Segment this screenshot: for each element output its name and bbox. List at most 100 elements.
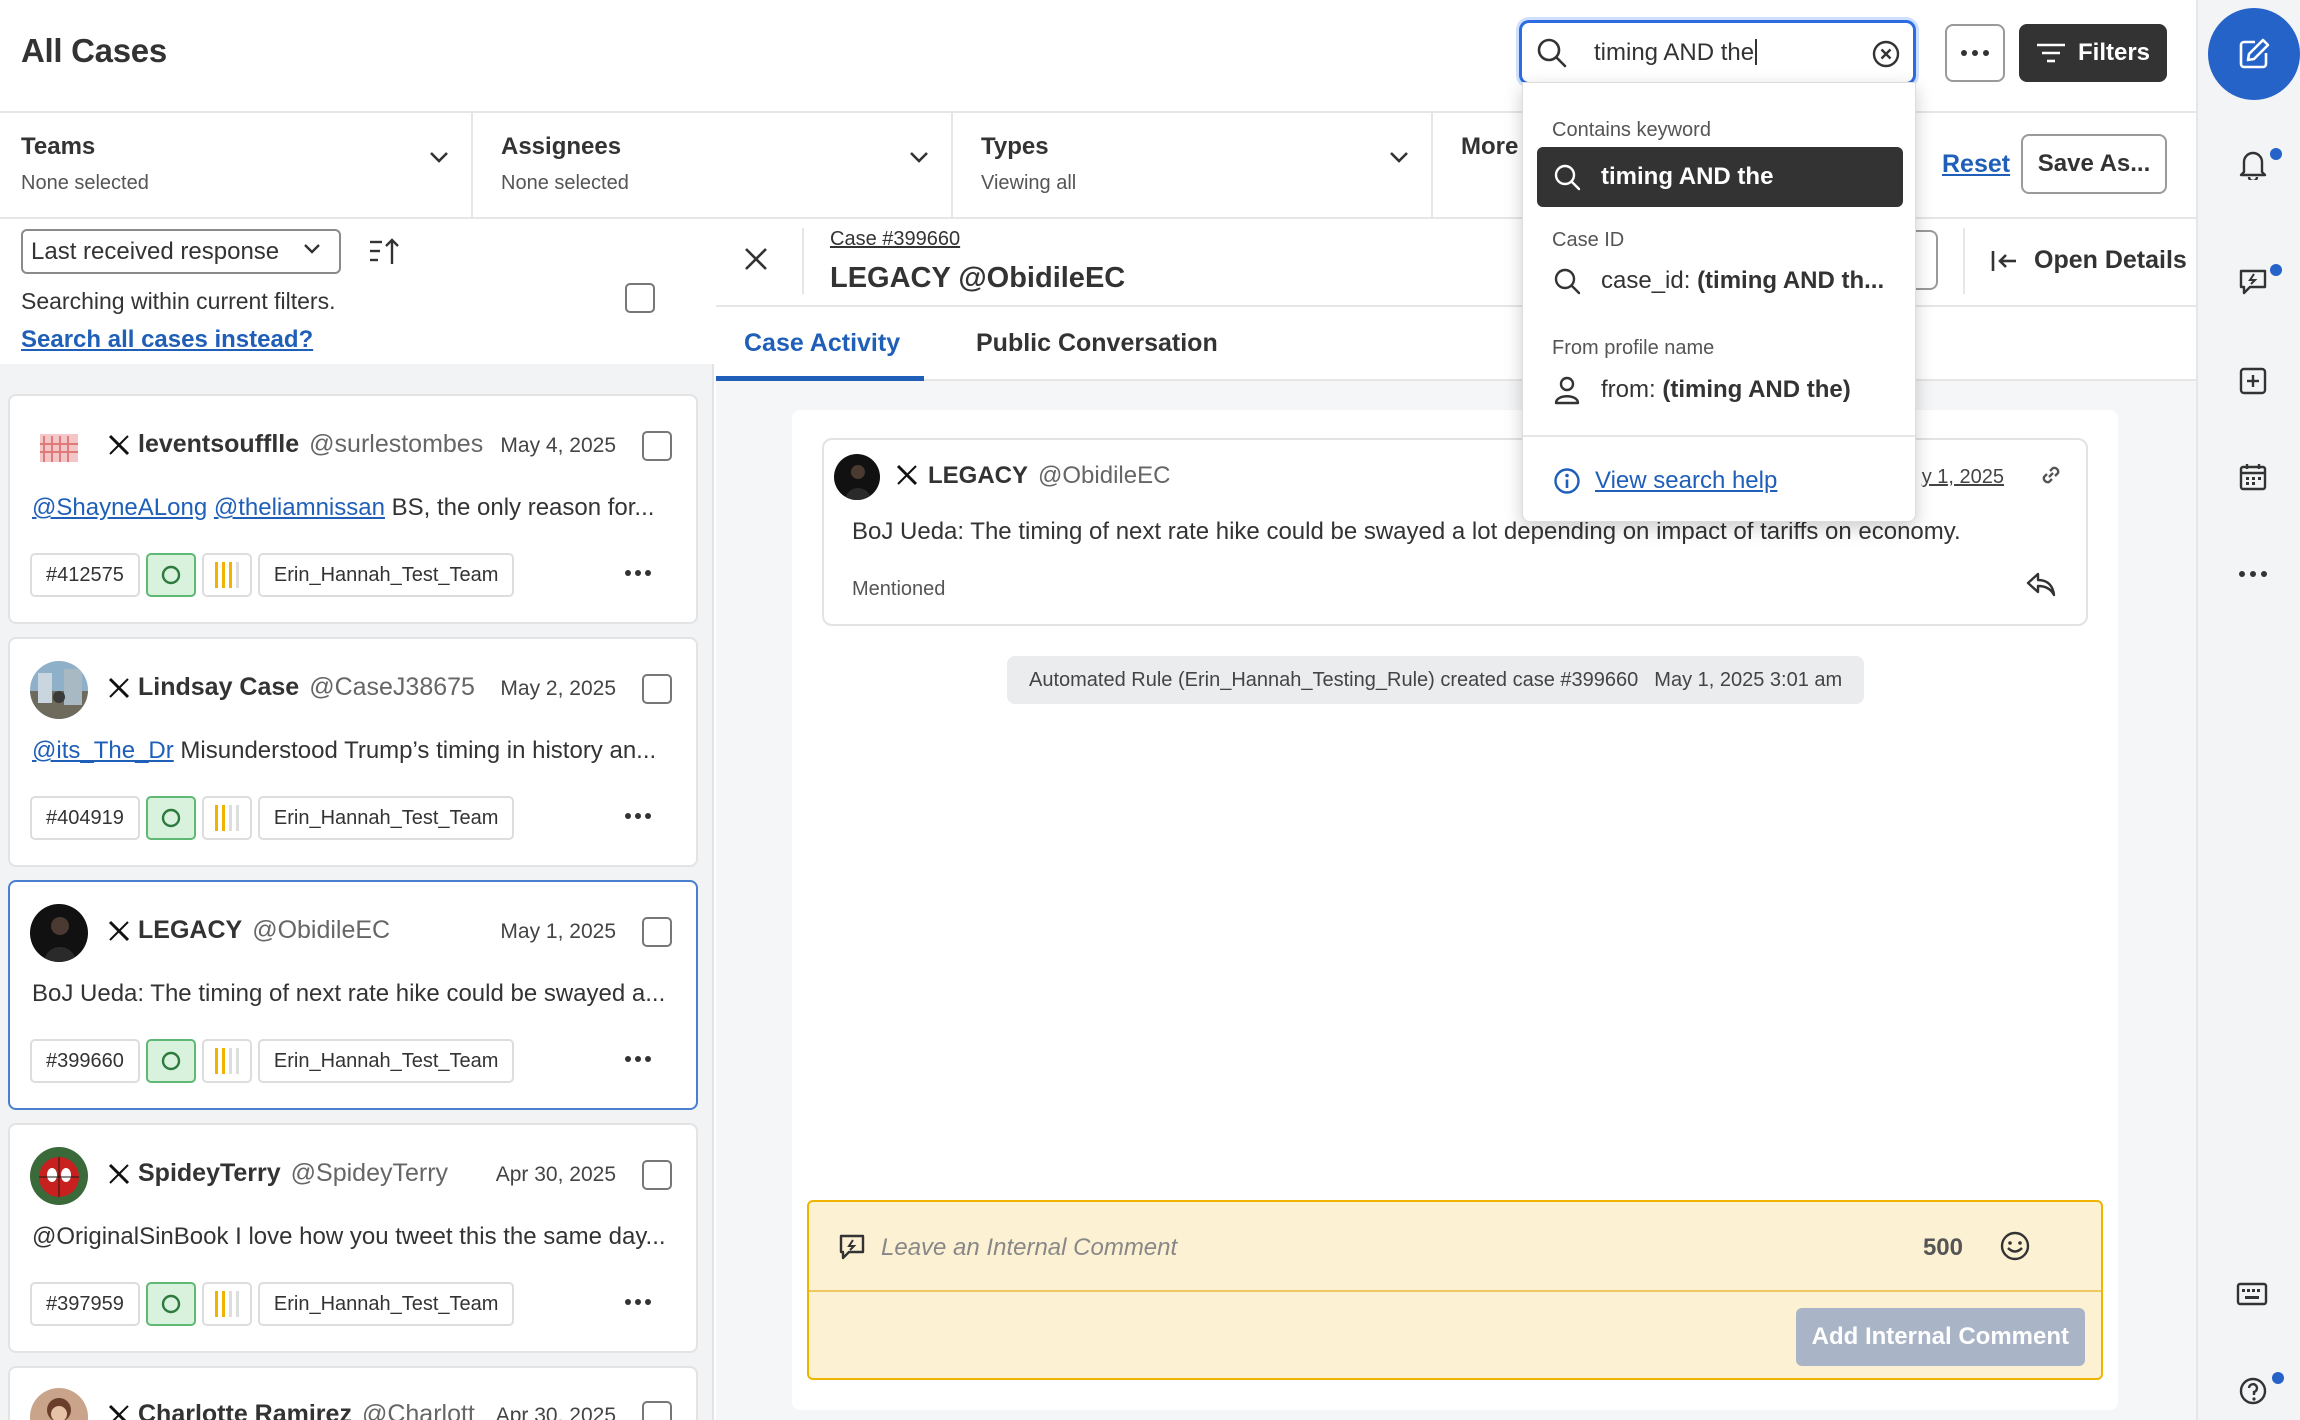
select-all-checkbox[interactable] — [625, 283, 655, 313]
case-card-selected[interactable]: LEGACY @ObidileEC May 1, 2025 BoJ Ueda: T… — [8, 880, 698, 1110]
help-icon[interactable] — [2238, 1376, 2268, 1406]
team-tag: Erin_Hannah_Test_Team — [257, 1282, 515, 1326]
reset-link[interactable]: Reset — [1942, 150, 2010, 179]
more-ellipsis-icon[interactable] — [2238, 570, 2268, 578]
avatar — [30, 418, 88, 476]
more-options-button[interactable] — [1945, 24, 2005, 82]
message-date-link[interactable]: y 1, 2025 — [1922, 466, 2004, 489]
filters-button[interactable]: Filters — [2019, 24, 2167, 82]
mention-link[interactable]: @ShayneALong — [32, 494, 207, 521]
compose-button[interactable] — [2208, 8, 2300, 100]
case-id-tag: #397959 — [30, 1282, 140, 1326]
suggestion-case-id[interactable]: case_id: (timing AND th... — [1553, 267, 1884, 295]
team-tag: Erin_Hannah_Test_Team — [257, 796, 515, 840]
case-more-icon[interactable] — [624, 1298, 652, 1306]
x-logo-icon — [108, 434, 130, 456]
chevron-down-icon — [303, 243, 321, 255]
case-author: SpideyTerry @SpideyTerry — [138, 1159, 449, 1187]
calendar-icon[interactable] — [2238, 462, 2268, 492]
suggestion-profile-name[interactable]: from: (timing AND the) — [1553, 375, 1851, 405]
search-scope-text: Searching within current filters. — [21, 288, 336, 314]
case-card[interactable]: Lindsay Case @CaseJ38675 May 2, 2025 @its… — [8, 637, 698, 867]
tab-public-conversation[interactable]: Public Conversation — [976, 329, 1218, 358]
open-details-button[interactable]: Open Details — [1990, 246, 2187, 275]
filters-button-label: Filters — [2077, 39, 2151, 66]
bell-icon[interactable] — [2238, 148, 2268, 180]
case-date: May 4, 2025 — [494, 434, 616, 458]
team-tag: Erin_Hannah_Test_Team — [257, 553, 515, 597]
case-preview: @OriginalSinBook I love how you tweet th… — [32, 1223, 666, 1250]
link-icon[interactable] — [2038, 462, 2064, 488]
avatar — [30, 1388, 88, 1420]
case-checkbox[interactable] — [642, 431, 672, 461]
case-author: leventsoufflle @surlestombes — [138, 430, 484, 458]
search-icon — [1536, 37, 1568, 69]
chat-bolt-icon[interactable] — [2238, 266, 2268, 296]
case-number-link[interactable]: Case #399660 — [830, 228, 960, 251]
filter-teams[interactable]: Teams None selected — [0, 113, 473, 217]
search-input-value[interactable]: timing AND the — [1594, 39, 1757, 67]
case-more-icon[interactable] — [624, 1055, 652, 1063]
case-more-icon[interactable] — [624, 812, 652, 820]
x-logo-icon — [896, 464, 918, 486]
automated-rule-event: Automated Rule (Erin_Hannah_Testing_Rule… — [1007, 656, 1865, 704]
case-checkbox[interactable] — [642, 674, 672, 704]
x-logo-icon — [108, 1163, 130, 1185]
case-card[interactable]: Charlotte Ramirez @Charlott Apr 30, 2025 — [8, 1366, 698, 1420]
x-logo-icon — [108, 677, 130, 699]
status-open-icon — [145, 796, 196, 840]
search-all-cases-link[interactable]: Search all cases instead? — [21, 326, 313, 354]
case-preview: @its_The_Dr Misunderstood Trump’s timing… — [32, 737, 657, 764]
case-author: LEGACY @ObidileEC — [138, 916, 391, 944]
right-rail — [2196, 0, 2300, 1420]
automated-rule-time: May 1, 2025 3:01 am — [1654, 668, 1843, 691]
comment-input-row[interactable]: Leave an Internal Comment 500 — [809, 1202, 2101, 1292]
mention-link[interactable]: @its_The_Dr — [32, 737, 174, 764]
case-card[interactable]: leventsoufflle @surlestombes May 4, 2025 … — [8, 394, 698, 624]
dropdown-divider — [1523, 435, 1915, 437]
status-open-icon — [145, 1039, 196, 1083]
x-logo-icon — [108, 1404, 130, 1420]
case-id-tag: #412575 — [30, 553, 140, 597]
suggestion-keyword[interactable]: timing AND the — [1537, 147, 1903, 207]
filter-teams-title: Teams — [21, 133, 96, 160]
filter-assignees[interactable]: Assignees None selected — [473, 113, 953, 217]
priority-icon — [201, 553, 252, 597]
case-card[interactable]: SpideyTerry @SpideyTerry Apr 30, 2025 @Or… — [8, 1123, 698, 1353]
tab-case-activity[interactable]: Case Activity — [744, 329, 900, 358]
clear-search-icon[interactable] — [1871, 39, 1901, 69]
notification-dot — [2270, 148, 2282, 160]
dropdown-section-keyword: Contains keyword — [1552, 119, 1711, 141]
character-count: 500 — [1922, 1234, 1963, 1261]
mention-link[interactable]: @theliamnissan — [214, 494, 385, 521]
reply-icon[interactable] — [2026, 570, 2056, 598]
person-icon — [1553, 375, 1581, 405]
filter-more[interactable]: More — [1433, 113, 1523, 217]
case-checkbox[interactable] — [642, 1160, 672, 1190]
priority-icon — [201, 1282, 252, 1326]
team-tag: Erin_Hannah_Test_Team — [257, 1039, 515, 1083]
search-icon — [1553, 267, 1581, 295]
sort-order-icon[interactable] — [368, 237, 400, 267]
emoji-icon[interactable] — [1999, 1230, 2031, 1262]
case-more-icon[interactable] — [624, 569, 652, 577]
chevron-down-icon — [429, 151, 449, 163]
filter-types[interactable]: Types Viewing all — [953, 113, 1433, 217]
keyboard-icon[interactable] — [2236, 1282, 2268, 1306]
internal-comment-box[interactable]: Leave an Internal Comment 500 Add Intern… — [807, 1200, 2103, 1380]
filter-types-title: Types — [981, 133, 1049, 160]
save-as-button[interactable]: Save As... — [2021, 134, 2167, 194]
message-author: LEGACY @ObidileEC — [928, 462, 1171, 489]
sort-select[interactable]: Last received response — [21, 229, 341, 274]
open-details-label: Open Details — [2034, 246, 2187, 274]
comment-input[interactable]: Leave an Internal Comment — [881, 1234, 1177, 1262]
avatar — [30, 904, 88, 962]
case-checkbox[interactable] — [642, 917, 672, 947]
view-search-help-link[interactable]: View search help — [1553, 467, 1777, 495]
add-internal-comment-button[interactable]: Add Internal Comment — [1795, 1308, 2085, 1366]
case-checkbox[interactable] — [642, 1401, 672, 1420]
search-input[interactable]: timing AND the — [1519, 20, 1916, 85]
close-icon[interactable] — [743, 246, 769, 272]
header-separator — [1963, 228, 1965, 294]
add-square-icon[interactable] — [2238, 366, 2268, 396]
